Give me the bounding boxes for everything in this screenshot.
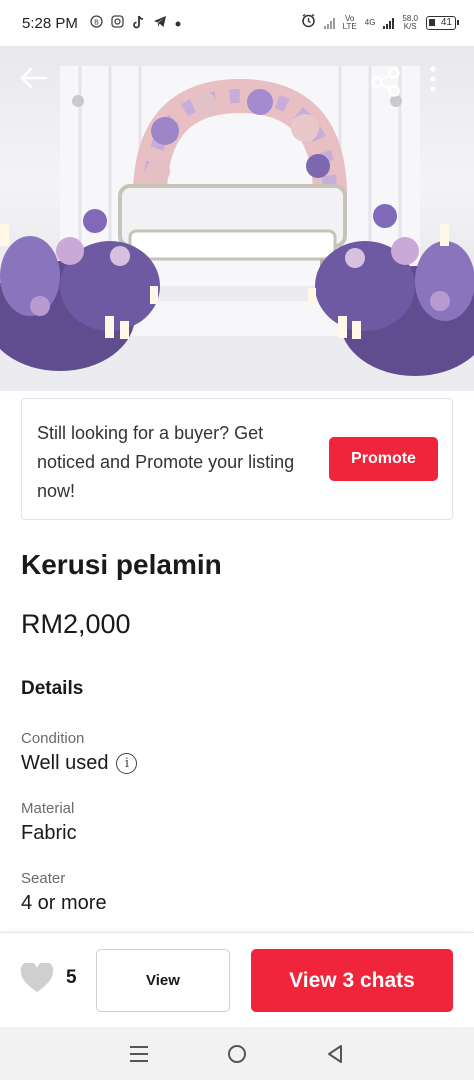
like-button[interactable]: 5: [20, 963, 77, 993]
volte-indicator: Vo LTE: [342, 14, 357, 31]
seater-label: Seater: [21, 870, 66, 887]
info-icon[interactable]: i: [116, 753, 138, 774]
material-value: Fabric: [21, 822, 77, 844]
home-circle-icon: [228, 1044, 246, 1063]
recents-button[interactable]: [119, 1034, 159, 1074]
promote-card: Still looking for a buyer? Get noticed a…: [21, 398, 453, 520]
status-bar-left: 5:28 PM B: [22, 15, 181, 32]
menu-icon: [130, 1045, 148, 1062]
signal-1-icon: [323, 17, 335, 29]
listing-photo[interactable]: [0, 46, 474, 391]
condition-value-row: Well used i: [21, 752, 138, 775]
4g-indicator: 4G: [364, 18, 376, 27]
network-speed: 58.0 K/S: [402, 14, 418, 31]
listing-price: RM2,000: [21, 609, 131, 639]
home-button[interactable]: [217, 1034, 257, 1074]
telegram-icon: [153, 15, 167, 31]
share-icon: [371, 67, 400, 97]
tiktok-icon: [132, 15, 145, 32]
dot-icon: [175, 16, 181, 30]
more-vertical-icon: [430, 66, 436, 92]
b-icon: B: [90, 15, 103, 31]
system-nav-bar: [0, 1027, 474, 1080]
heart-icon: [20, 963, 54, 992]
instagram-icon: [111, 15, 124, 31]
bottom-action-bar: 5 View View 3 chats: [0, 932, 474, 1027]
listing-title: Kerusi pelamin: [21, 549, 222, 580]
view-button[interactable]: View: [96, 949, 230, 1012]
condition-value: Well used: [21, 752, 109, 774]
more-options-button[interactable]: [430, 66, 460, 102]
arrow-left-icon: [20, 67, 48, 89]
details-heading: Details: [21, 678, 84, 699]
back-button[interactable]: [18, 66, 58, 102]
signal-2-icon: [383, 17, 395, 29]
system-back-button[interactable]: [315, 1034, 355, 1074]
promote-button[interactable]: Promote: [329, 437, 438, 481]
material-label: Material: [21, 800, 75, 817]
share-button[interactable]: [370, 66, 410, 102]
promote-message: Still looking for a buyer? Get noticed a…: [37, 423, 295, 501]
status-bar: 5:28 PM B Vo LTE 4G 58.0 K/S 41: [0, 0, 474, 46]
battery-icon: 41: [426, 16, 459, 30]
triangle-back-icon: [328, 1044, 342, 1063]
status-bar-right: Vo LTE 4G 58.0 K/S 41: [301, 13, 459, 33]
like-count: 5: [66, 967, 77, 988]
alarm-icon: [301, 13, 316, 33]
view-chats-button[interactable]: View 3 chats: [251, 949, 453, 1012]
status-time: 5:28 PM: [22, 14, 78, 32]
svg-text:B: B: [94, 18, 99, 26]
seater-value: 4 or more: [21, 892, 107, 914]
condition-label: Condition: [21, 730, 85, 747]
